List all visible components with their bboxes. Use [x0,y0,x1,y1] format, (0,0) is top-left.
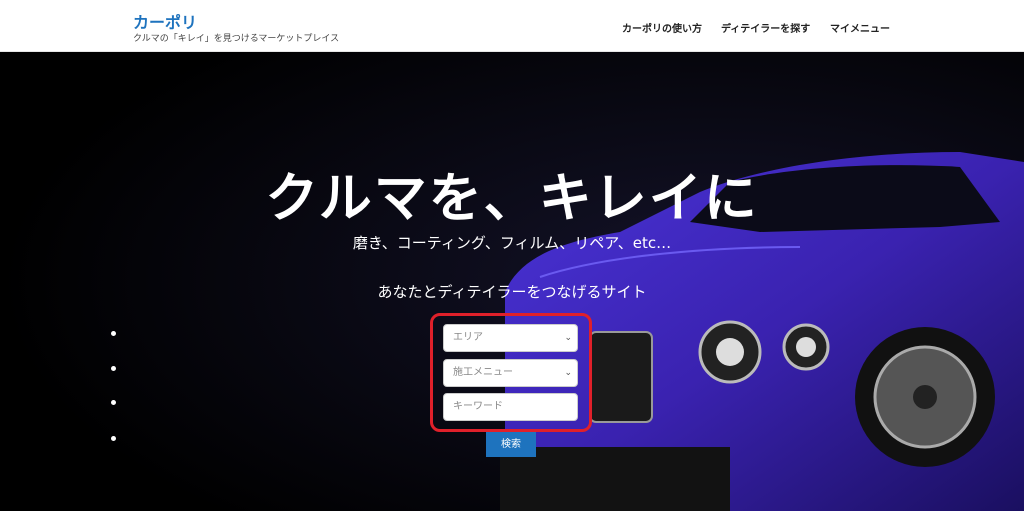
site-header: カーポリ クルマの「キレイ」を見つけるマーケットプレイス カーポリの使い方 ディ… [0,0,1024,52]
site-title[interactable]: カーポリ [133,9,197,33]
nav-find-detailer[interactable]: ディテイラーを探す [721,20,810,35]
menu-select-placeholder: 施工メニュー [453,367,513,378]
slider-dot-4[interactable] [111,436,116,441]
nav-how-to-use[interactable]: カーポリの使い方 [622,20,702,35]
area-select[interactable]: エリア ⌄ [443,324,578,352]
hero-subtitle-2: あなたとディテイラーをつなげるサイト [377,283,647,301]
site-tagline: クルマの「キレイ」を見つけるマーケットプレイス [133,34,340,44]
keyword-input[interactable]: キーワード [443,393,578,421]
keyword-input-placeholder: キーワード [453,401,503,412]
menu-select[interactable]: 施工メニュー ⌄ [443,359,578,387]
slider-dot-3[interactable] [111,400,116,405]
chevron-down-icon: ⌄ [564,368,572,378]
nav-my-menu[interactable]: マイメニュー [830,20,890,35]
slider-dot-2[interactable] [111,366,116,371]
hero-title: クルマを、キレイに [265,168,759,229]
hero-section: クルマを、キレイに 磨き、コーティング、フィルム、リペア、etc… あなたとディ… [0,52,1024,511]
search-button[interactable]: 検索 [486,432,536,457]
area-select-placeholder: エリア [453,332,483,343]
chevron-down-icon: ⌄ [564,333,572,343]
hero-subtitle: 磨き、コーティング、フィルム、リペア、etc… [352,234,672,252]
slider-dot-1[interactable] [111,331,116,336]
